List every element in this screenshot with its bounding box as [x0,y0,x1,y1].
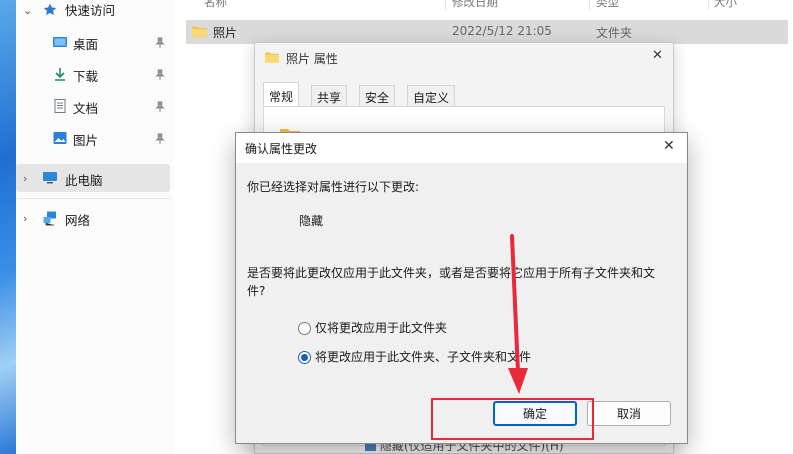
column-header-name[interactable]: 名称 [204,0,227,10]
column-divider[interactable] [445,0,446,10]
document-icon [54,99,66,113]
desktop-wallpaper [0,0,16,454]
file-name: 照片 [213,26,238,40]
desktop-folder-icon [53,37,67,47]
navigation-pane: ⌄ 快速访问 桌面 下载 文档 图片 › 此电脑 › 网络 [16,0,174,454]
nav-item-desktop[interactable]: 桌面 [16,28,170,56]
cancel-button[interactable]: 取消 [587,401,671,426]
annotation-highlight-box [431,398,594,440]
nav-item-pictures[interactable]: 图片 [16,124,170,152]
radio-folder-subfolders-files[interactable] [298,350,311,364]
properties-title: 照片 属性 [286,52,338,66]
nav-divider [16,198,170,199]
dialog-intro: 你已经选择对属性进行以下更改: [247,180,420,194]
file-date: 2022/5/12 21:05 [452,24,552,38]
pin-icon[interactable] [155,69,165,81]
computer-icon [43,172,57,184]
radio-this-folder-only[interactable] [298,321,311,335]
chevron-down-icon[interactable]: ⌄ [23,4,32,17]
download-arrow-icon [55,68,65,81]
pin-icon[interactable] [155,133,165,145]
nav-item-label: 下载 [73,69,99,84]
nav-item-label: 桌面 [73,37,99,52]
folder-icon [265,52,279,63]
pin-icon[interactable] [155,101,165,113]
nav-item-this-pc[interactable]: › 此电脑 [16,164,170,192]
file-type: 文件夹 [596,26,633,40]
nav-item-documents[interactable]: 文档 [16,92,170,120]
nav-item-label: 网络 [65,213,91,228]
nav-item-label: 此电脑 [65,173,103,188]
dialog-question-line-2: 件? [247,284,266,298]
nav-quick-access-label: 快速访问 [65,3,116,18]
chevron-right-icon[interactable]: › [23,212,27,225]
column-header-date[interactable]: 修改日期 [452,0,498,10]
folder-icon [192,26,207,38]
nav-quick-access[interactable]: ⌄ 快速访问 [16,0,170,24]
tab-security[interactable]: 安全 [359,85,396,107]
column-header-size[interactable]: 大小 [714,0,737,10]
nav-item-downloads[interactable]: 下载 [16,60,170,88]
star-icon [43,3,57,16]
dialog-titlebar: 确认属性更改 ✕ [236,133,687,163]
column-divider[interactable] [589,0,590,10]
column-divider[interactable] [708,0,709,10]
nav-item-label: 文档 [73,101,99,116]
option-this-folder-only[interactable]: 仅将更改应用于此文件夹 [298,319,447,337]
option-folder-subfolders-files-label: 将更改应用于此文件夹、子文件夹和文件 [315,350,532,364]
file-row-photos[interactable]: 照片 2022/5/12 21:05 文件夹 [186,20,788,44]
column-header-row: 名称 修改日期 类型 大小 [186,0,793,10]
close-icon[interactable]: ✕ [663,138,675,154]
pin-icon[interactable] [155,37,165,49]
column-header-type[interactable]: 类型 [596,0,619,10]
dialog-title: 确认属性更改 [245,142,318,156]
close-icon[interactable]: ✕ [652,48,663,63]
network-icon [43,211,56,226]
tab-sharing[interactable]: 共享 [311,85,348,107]
tab-customize[interactable]: 自定义 [407,85,456,107]
picture-icon [53,132,67,144]
option-this-folder-only-label: 仅将更改应用于此文件夹 [315,321,448,335]
nav-item-label: 图片 [73,133,99,148]
dialog-change-item: 隐藏 [299,214,324,228]
nav-item-network[interactable]: › 网络 [16,204,170,232]
tab-general[interactable]: 常规 [263,82,300,107]
chevron-right-icon[interactable]: › [23,172,27,185]
dialog-question-line-1: 是否要将此更改仅应用于此文件夹，或者是否要将它应用于所有子文件夹和文 [247,266,656,280]
option-folder-subfolders-files[interactable]: 将更改应用于此文件夹、子文件夹和文件 [298,348,531,366]
